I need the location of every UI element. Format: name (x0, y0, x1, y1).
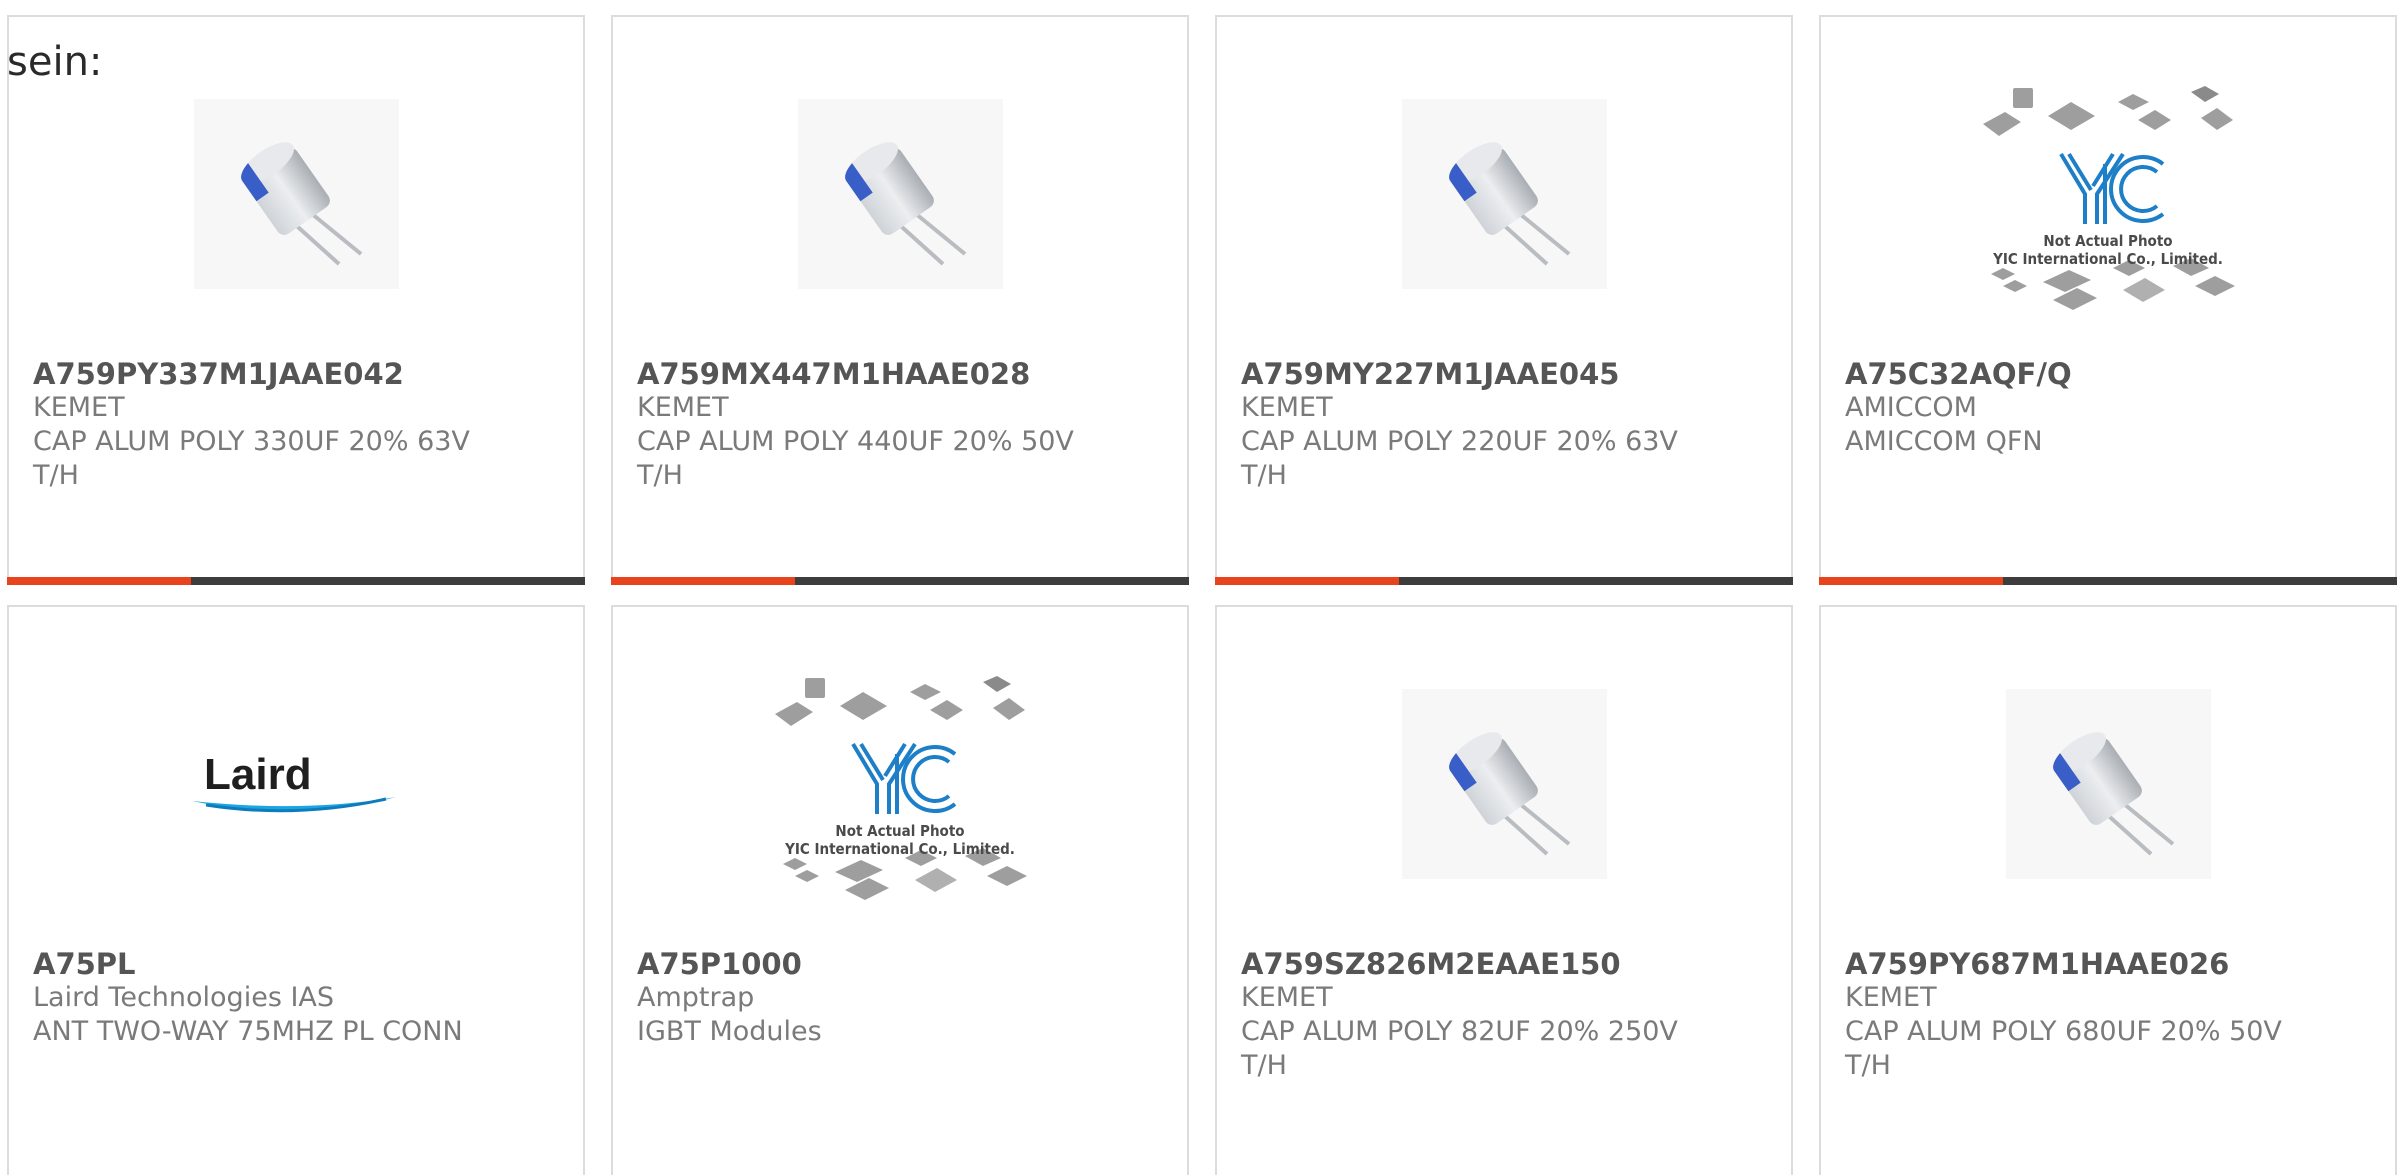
description-extra: T/H (637, 460, 683, 491)
manufacturer: KEMET (637, 392, 729, 423)
card-footer-bar (7, 577, 585, 585)
description: CAP ALUM POLY 220UF 20% 63V (1241, 426, 1678, 457)
product-image (1217, 669, 1791, 899)
product-card[interactable]: Not Actual Photo YIC International Co., … (611, 605, 1189, 1175)
part-number: A759PY337M1JAAE042 (33, 357, 404, 391)
product-image (613, 79, 1187, 309)
placeholder-caption: Not Actual Photo (835, 822, 964, 840)
product-info: A75P1000 Amptrap IGBT Modules (637, 947, 1163, 1049)
card-footer-bar (1819, 577, 2397, 585)
description: CAP ALUM POLY 440UF 20% 50V (637, 426, 1074, 457)
part-number: A759SZ826M2EAAE150 (1241, 947, 1621, 981)
product-card[interactable]: Laird A75PL Laird Technologies IAS ANT T… (7, 605, 585, 1175)
card-footer-bar (611, 577, 1189, 585)
part-number: A75P1000 (637, 947, 802, 981)
description-extra: T/H (1241, 1050, 1287, 1081)
product-image (9, 79, 583, 309)
part-number: A75PL (33, 947, 136, 981)
description: CAP ALUM POLY 680UF 20% 50V (1845, 1016, 2282, 1047)
product-image (1217, 79, 1791, 309)
product-info: A759PY337M1JAAE042 KEMET CAP ALUM POLY 3… (33, 357, 559, 493)
product-image: Laird (9, 669, 583, 899)
description: CAP ALUM POLY 330UF 20% 63V (33, 426, 470, 457)
description: IGBT Modules (637, 1016, 822, 1047)
placeholder-caption: YIC International Co., Limited. (1992, 250, 2223, 268)
placeholder-caption: Not Actual Photo (2043, 232, 2172, 250)
part-number: A75C32AQF/Q (1845, 357, 2072, 391)
capacitor-icon (1449, 142, 1571, 266)
product-card[interactable]: A759PY337M1JAAE042 KEMET CAP ALUM POLY 3… (7, 15, 585, 585)
product-card[interactable]: Not Actual Photo YIC International Co., … (1819, 15, 2397, 585)
manufacturer: KEMET (1845, 982, 1937, 1013)
description: CAP ALUM POLY 82UF 20% 250V (1241, 1016, 1678, 1047)
product-image (1821, 669, 2395, 899)
accent-bar (1819, 577, 2003, 585)
product-info: A759SZ826M2EAAE150 KEMET CAP ALUM POLY 8… (1241, 947, 1767, 1083)
manufacturer: KEMET (1241, 392, 1333, 423)
manufacturer: Amptrap (637, 982, 755, 1013)
manufacturer: Laird Technologies IAS (33, 982, 335, 1013)
manufacturer: KEMET (1241, 982, 1333, 1013)
capacitor-icon (845, 142, 967, 266)
description: ANT TWO-WAY 75MHZ PL CONN (33, 1016, 463, 1047)
accent-bar (611, 577, 795, 585)
page-text-fragment: sein: (7, 39, 103, 85)
part-number: A759MY227M1JAAE045 (1241, 357, 1620, 391)
accent-bar (1215, 577, 1399, 585)
product-info: A759MX447M1HAAE028 KEMET CAP ALUM POLY 4… (637, 357, 1163, 493)
card-footer-bar (1215, 577, 1793, 585)
accent-bar (7, 577, 191, 585)
laird-logo-text: Laird (204, 750, 312, 799)
part-number: A759PY687M1HAAE026 (1845, 947, 2230, 981)
product-info: A75C32AQF/Q AMICCOM AMICCOM QFN (1845, 357, 2371, 459)
product-info: A759PY687M1HAAE026 KEMET CAP ALUM POLY 6… (1845, 947, 2371, 1083)
part-number: A759MX447M1HAAE028 (637, 357, 1031, 391)
product-info: A75PL Laird Technologies IAS ANT TWO-WAY… (33, 947, 559, 1049)
manufacturer: KEMET (33, 392, 125, 423)
placeholder-image: Not Actual Photo YIC International Co., … (775, 676, 1027, 900)
product-info: A759MY227M1JAAE045 KEMET CAP ALUM POLY 2… (1241, 357, 1767, 493)
product-card[interactable]: A759SZ826M2EAAE150 KEMET CAP ALUM POLY 8… (1215, 605, 1793, 1175)
description-extra: T/H (1241, 460, 1287, 491)
placeholder-caption: YIC International Co., Limited. (784, 840, 1015, 858)
capacitor-icon (1449, 732, 1571, 856)
product-grid: A759PY337M1JAAE042 KEMET CAP ALUM POLY 3… (0, 0, 2400, 1175)
description-extra: T/H (1845, 1050, 1891, 1081)
product-card[interactable]: A759MX447M1HAAE028 KEMET CAP ALUM POLY 4… (611, 15, 1189, 585)
capacitor-icon (2053, 732, 2175, 856)
description-extra: T/H (33, 460, 79, 491)
capacitor-icon (241, 142, 363, 266)
placeholder-image: Not Actual Photo YIC International Co., … (1983, 86, 2235, 310)
product-image: Not Actual Photo YIC International Co., … (1821, 79, 2395, 310)
description: AMICCOM QFN (1845, 426, 2043, 457)
manufacturer: AMICCOM (1845, 392, 1977, 423)
product-image: Not Actual Photo YIC International Co., … (613, 669, 1187, 900)
product-card[interactable]: A759MY227M1JAAE045 KEMET CAP ALUM POLY 2… (1215, 15, 1793, 585)
laird-logo: Laird (192, 750, 396, 813)
product-card[interactable]: A759PY687M1HAAE026 KEMET CAP ALUM POLY 6… (1819, 605, 2397, 1175)
